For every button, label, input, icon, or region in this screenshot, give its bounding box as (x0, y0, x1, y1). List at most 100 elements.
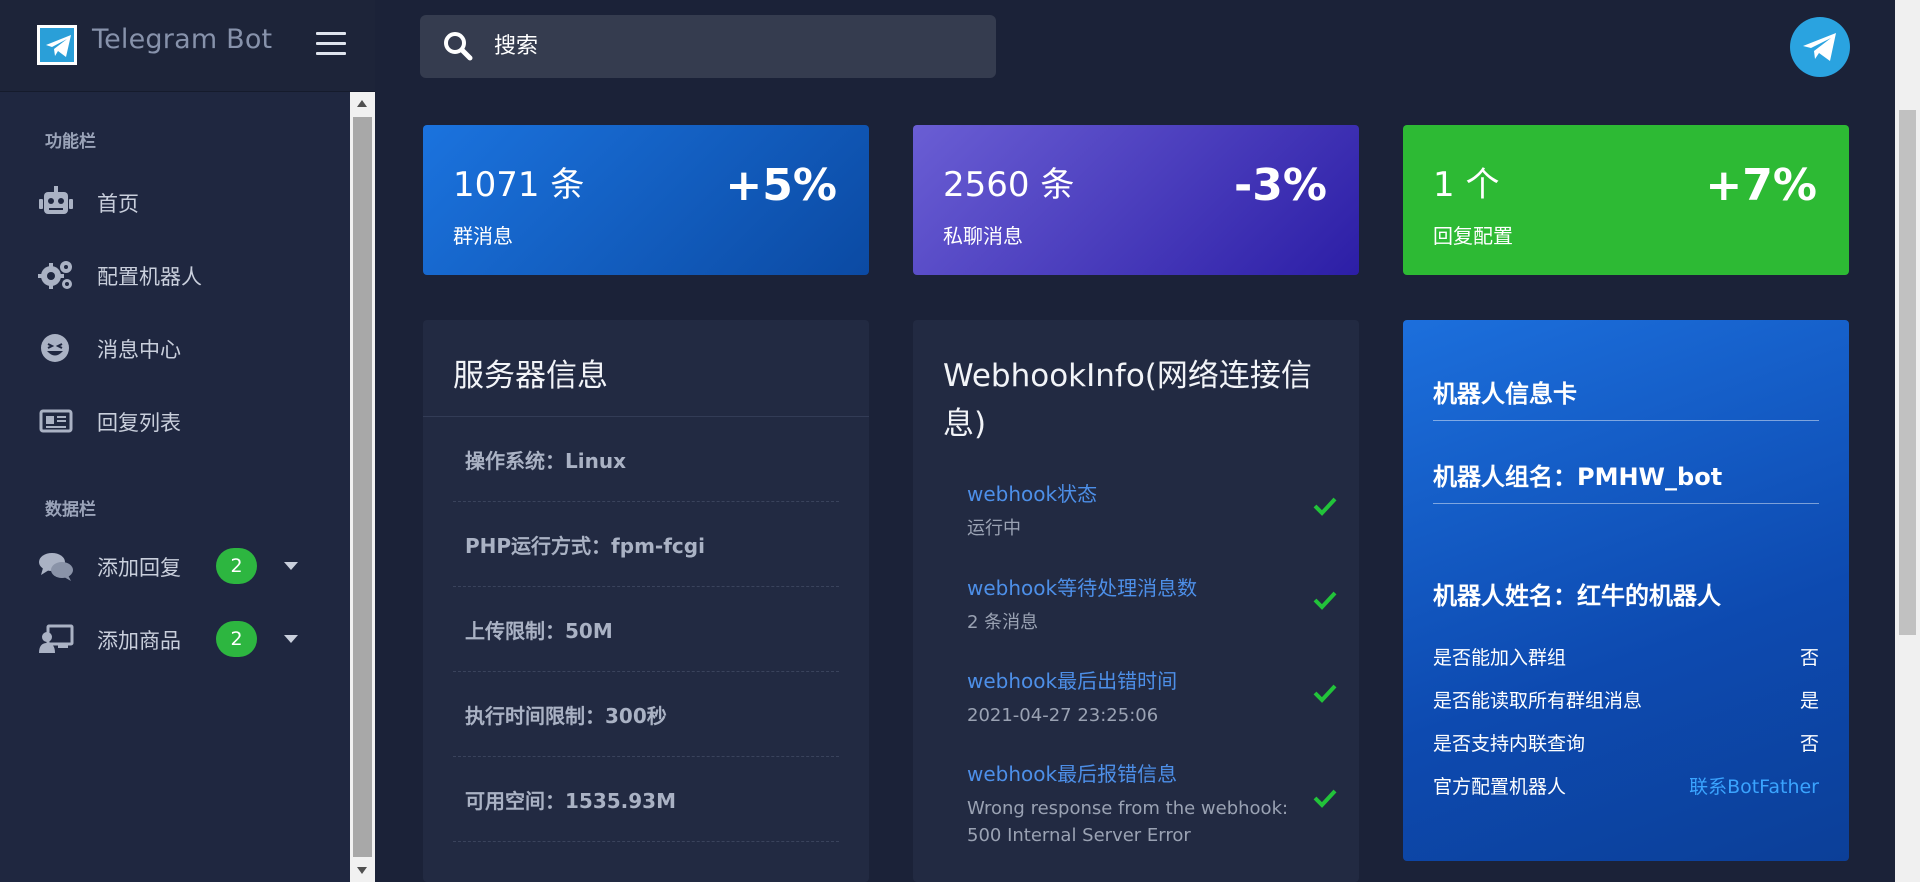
comments-icon (38, 550, 74, 582)
server-row-os: 操作系统：Linux (453, 417, 839, 502)
server-row-text: 操作系统：Linux (465, 449, 626, 473)
newspaper-icon (38, 405, 74, 437)
search-icon (443, 31, 473, 65)
emoji-icon (38, 332, 74, 364)
server-row-text: 上传限制：50M (465, 619, 613, 643)
search-box[interactable] (420, 15, 996, 78)
brand-bar: Telegram Bot (0, 0, 375, 92)
scroll-down-icon[interactable] (357, 867, 367, 874)
divider (1433, 503, 1819, 504)
sidebar-nav: 功能栏 首页 配置机器人 消息中心 回复列表 数据栏 添加回复 2 添加商品 2 (0, 92, 350, 882)
count-badge: 2 (216, 621, 257, 657)
telegram-logo-icon (37, 25, 77, 65)
server-row-text: 可用空间：1535.93M (465, 789, 676, 813)
server-row-disk: 可用空间：1535.93M (453, 757, 839, 842)
sidebar-item-config-bot[interactable]: 配置机器人 (0, 247, 350, 303)
section-heading-function: 功能栏 (45, 132, 96, 152)
bot-group-name: 机器人组名：PMHW_bot (1433, 463, 1723, 491)
panel-title-line: WebhookInfo(网络连接信 (943, 358, 1312, 394)
sidebar-item-label: 消息中心 (97, 338, 181, 362)
webhook-desc-line: 500 Internal Server Error (967, 825, 1191, 846)
telegram-avatar-icon[interactable] (1790, 17, 1850, 77)
stat-delta: +5% (725, 160, 837, 211)
server-row-php: PHP运行方式：fpm-fcgi (453, 502, 839, 587)
scroll-up-icon[interactable] (357, 100, 367, 107)
webhook-item-last-error-time: webhook最后出错时间 2021-04-27 23:25:06 (967, 665, 1337, 729)
webhook-item-pending: webhook等待处理消息数 2 条消息 (967, 572, 1337, 636)
webhook-item-title[interactable]: webhook最后报错信息 (967, 758, 1337, 787)
divider (1433, 420, 1819, 421)
menu-toggle-icon[interactable] (316, 30, 346, 56)
server-row-text: PHP运行方式：fpm-fcgi (465, 534, 705, 558)
sidebar-item-label: 添加回复 (97, 556, 181, 580)
sidebar-item-label: 配置机器人 (97, 265, 202, 289)
search-input[interactable] (494, 29, 974, 63)
bot-row-key: 官方配置机器人 (1433, 776, 1567, 798)
bot-row-value: 否 (1799, 647, 1819, 669)
gears-icon (38, 259, 74, 291)
sidebar-item-label: 回复列表 (97, 411, 181, 435)
sidebar-scrollbar[interactable] (350, 92, 375, 882)
webhook-desc-line: Wrong response from the webhook: (967, 798, 1289, 819)
contact-botfather-link[interactable]: 联系BotFather (1689, 772, 1819, 799)
stat-label: 回复配置 (1433, 224, 1513, 248)
webhook-item-title[interactable]: webhook等待处理消息数 (967, 572, 1337, 601)
sidebar-item-add-product[interactable]: 添加商品 2 (0, 611, 350, 667)
webhook-item-desc: 2021-04-27 23:25:06 (967, 705, 1159, 726)
webhook-item-title[interactable]: webhook最后出错时间 (967, 665, 1337, 694)
webhook-item-desc: Wrong response from the webhook: 500 Int… (967, 795, 1337, 849)
bot-row-value: 否 (1799, 733, 1819, 755)
stat-card-private-messages: 2560 条 私聊消息 -3% (913, 125, 1359, 275)
main-scroll-thumb[interactable] (1899, 110, 1916, 635)
webhook-item-title[interactable]: webhook状态 (967, 478, 1337, 507)
main-scrollbar[interactable] (1895, 0, 1920, 882)
stat-value: 2560 条 (943, 165, 1075, 205)
webhook-info-panel: WebhookInfo(网络连接信 息) webhook状态 运行中 webho… (913, 320, 1359, 882)
stat-card-reply-config: 1 个 回复配置 +7% (1403, 125, 1849, 275)
sidebar-item-label: 首页 (97, 192, 139, 216)
webhook-item-status: webhook状态 运行中 (967, 478, 1337, 542)
sidebar-scroll-thumb[interactable] (353, 117, 372, 857)
caret-down-icon[interactable] (284, 635, 298, 643)
bot-info-card: 机器人信息卡 机器人组名：PMHW_bot 机器人姓名：红牛的机器人 是否能加入… (1403, 320, 1849, 861)
row-separator (453, 841, 839, 842)
check-icon (1313, 496, 1337, 520)
caret-down-icon[interactable] (284, 562, 298, 570)
sidebar-item-reply-list[interactable]: 回复列表 (0, 393, 350, 449)
bot-row-key: 是否能读取所有群组消息 (1433, 690, 1643, 712)
check-icon (1313, 683, 1337, 707)
webhook-item-last-error-message: webhook最后报错信息 Wrong response from the we… (967, 758, 1337, 849)
check-icon (1313, 590, 1337, 614)
sidebar-item-message-center[interactable]: 消息中心 (0, 320, 350, 376)
robot-icon (38, 186, 74, 218)
bot-row-key: 是否支持内联查询 (1433, 733, 1586, 755)
stat-delta: +7% (1705, 160, 1817, 211)
webhook-item-desc: 运行中 (967, 518, 1021, 539)
top-bar (375, 0, 1895, 92)
brand-name: Telegram Bot (92, 24, 273, 55)
sidebar-item-label: 添加商品 (97, 629, 181, 653)
panel-title: WebhookInfo(网络连接信 息) (943, 352, 1312, 448)
user-board-icon (38, 623, 74, 655)
bot-row-value: 是 (1799, 690, 1819, 712)
sidebar-item-home[interactable]: 首页 (0, 174, 350, 230)
count-badge: 2 (216, 548, 257, 584)
sidebar: Telegram Bot 功能栏 首页 配置机器人 消息中心 回复列表 数据栏 … (0, 0, 375, 882)
panel-title-line: 息) (943, 406, 987, 442)
webhook-item-desc: 2 条消息 (967, 612, 1039, 633)
server-row-upload: 上传限制：50M (453, 587, 839, 672)
server-row-exec-time: 执行时间限制：300秒 (453, 672, 839, 757)
sidebar-item-add-reply[interactable]: 添加回复 2 (0, 538, 350, 594)
section-heading-data: 数据栏 (45, 500, 96, 520)
bot-row-key: 是否能加入群组 (1433, 647, 1567, 669)
bot-card-title: 机器人信息卡 (1433, 380, 1577, 408)
stat-value: 1071 条 (453, 165, 585, 205)
stat-label: 私聊消息 (943, 224, 1023, 248)
server-info-panel: 服务器信息 操作系统：Linux PHP运行方式：fpm-fcgi 上传限制：5… (423, 320, 869, 882)
stat-label: 群消息 (453, 224, 513, 248)
stat-card-group-messages: 1071 条 群消息 +5% (423, 125, 869, 275)
app-root: Telegram Bot 功能栏 首页 配置机器人 消息中心 回复列表 数据栏 … (0, 0, 1920, 882)
stat-delta: -3% (1234, 160, 1327, 211)
panel-title: 服务器信息 (453, 358, 608, 394)
check-icon (1313, 788, 1337, 812)
